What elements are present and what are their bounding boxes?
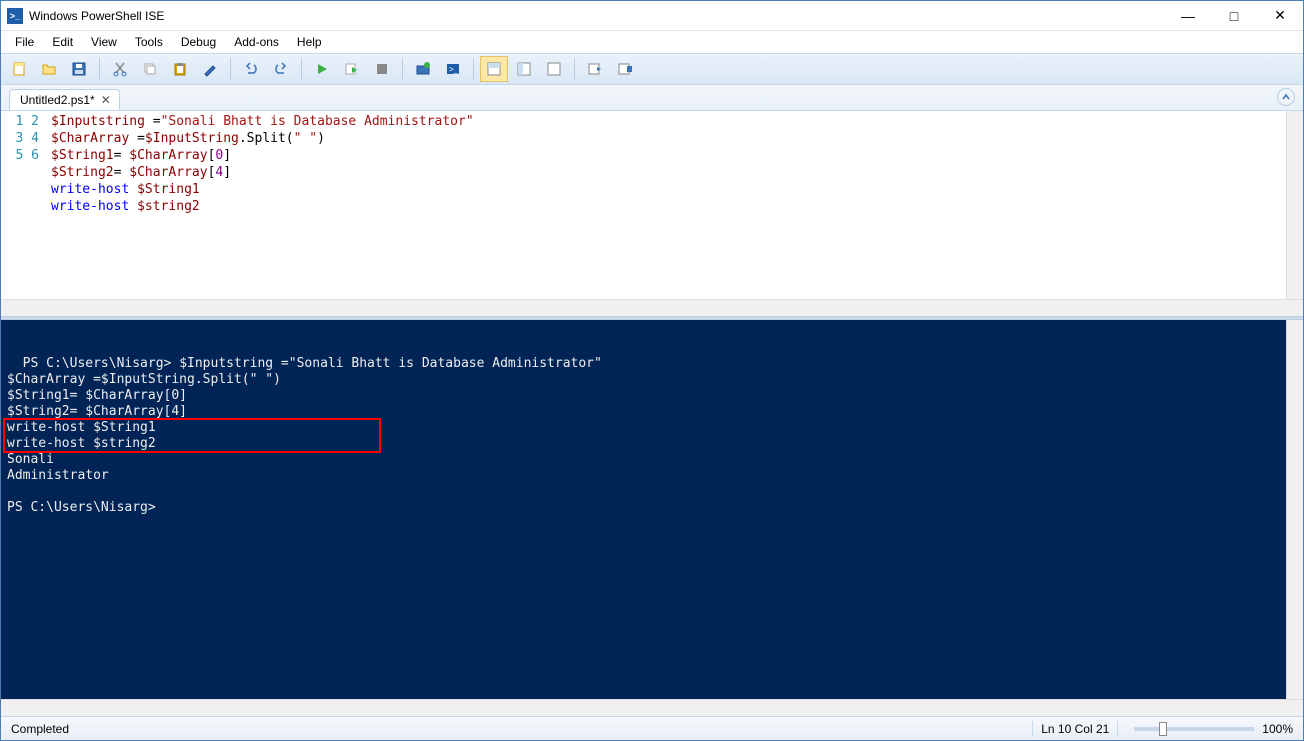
new-file-button[interactable]: [5, 56, 33, 82]
console-vscrollbar[interactable]: [1286, 320, 1303, 699]
zoom-thumb[interactable]: [1159, 722, 1167, 736]
script-tab[interactable]: Untitled2.ps1* ✕: [9, 89, 120, 110]
toolbar: >_: [1, 53, 1303, 85]
console-hscrollbar[interactable]: [1, 699, 1303, 716]
svg-text:>_: >_: [449, 65, 459, 74]
menu-help[interactable]: Help: [289, 33, 330, 51]
toolbar-separator: [230, 58, 231, 80]
app-icon: >_: [7, 8, 23, 24]
redo-button[interactable]: [267, 56, 295, 82]
code-area[interactable]: $Inputstring ="Sonali Bhatt is Database …: [47, 111, 1286, 299]
tab-close-icon[interactable]: ✕: [101, 93, 111, 107]
line-gutter: 1 2 3 4 5 6: [1, 111, 47, 299]
console[interactable]: PS C:\Users\Nisarg> $Inputstring ="Sonal…: [1, 320, 1286, 699]
tabstrip: Untitled2.ps1* ✕: [1, 85, 1303, 111]
status-text: Completed: [11, 722, 69, 736]
toolbar-separator: [574, 58, 575, 80]
powershell-button[interactable]: >_: [439, 56, 467, 82]
undo-button[interactable]: [237, 56, 265, 82]
paste-button[interactable]: [166, 56, 194, 82]
menu-tools[interactable]: Tools: [127, 33, 171, 51]
new-remote-button[interactable]: [409, 56, 437, 82]
layout-full-button[interactable]: [540, 56, 568, 82]
open-file-button[interactable]: [35, 56, 63, 82]
cursor-position: Ln 10 Col 21: [1041, 722, 1109, 736]
menu-addons[interactable]: Add-ons: [226, 33, 287, 51]
collapse-script-button[interactable]: [1277, 88, 1295, 106]
menubar: File Edit View Tools Debug Add-ons Help: [1, 31, 1303, 53]
maximize-button[interactable]: □: [1211, 1, 1257, 30]
save-button[interactable]: [65, 56, 93, 82]
stop-button[interactable]: [368, 56, 396, 82]
script-editor[interactable]: 1 2 3 4 5 6 $Inputstring ="Sonali Bhatt …: [1, 111, 1303, 299]
close-button[interactable]: ✕: [1257, 1, 1303, 30]
toolbar-separator: [99, 58, 100, 80]
toolbar-separator: [402, 58, 403, 80]
menu-view[interactable]: View: [83, 33, 125, 51]
layout-side-button[interactable]: [510, 56, 538, 82]
tab-label: Untitled2.ps1*: [20, 93, 95, 107]
menu-debug[interactable]: Debug: [173, 33, 224, 51]
output-highlight: [3, 418, 381, 453]
toolbar-separator: [301, 58, 302, 80]
run-script-button[interactable]: [308, 56, 336, 82]
zoom-level: 100%: [1262, 722, 1293, 736]
zoom-slider[interactable]: [1134, 727, 1254, 731]
minimize-button[interactable]: —: [1165, 1, 1211, 30]
menu-edit[interactable]: Edit: [44, 33, 81, 51]
layout-top-button[interactable]: [480, 56, 508, 82]
clear-button[interactable]: [196, 56, 224, 82]
toolbar-separator: [473, 58, 474, 80]
run-selection-button[interactable]: [338, 56, 366, 82]
window-controls: — □ ✕: [1165, 1, 1303, 30]
copy-button[interactable]: [136, 56, 164, 82]
show-command-button[interactable]: [581, 56, 609, 82]
console-pane: PS C:\Users\Nisarg> $Inputstring ="Sonal…: [1, 320, 1303, 699]
editor-vscrollbar[interactable]: [1286, 111, 1303, 299]
titlebar: >_ Windows PowerShell ISE — □ ✕: [1, 1, 1303, 31]
editor-hscrollbar[interactable]: [1, 299, 1303, 316]
menu-file[interactable]: File: [7, 33, 42, 51]
cut-button[interactable]: [106, 56, 134, 82]
statusbar: Completed Ln 10 Col 21 100%: [1, 716, 1303, 740]
show-addon-button[interactable]: [611, 56, 639, 82]
window-title: Windows PowerShell ISE: [29, 9, 1165, 23]
